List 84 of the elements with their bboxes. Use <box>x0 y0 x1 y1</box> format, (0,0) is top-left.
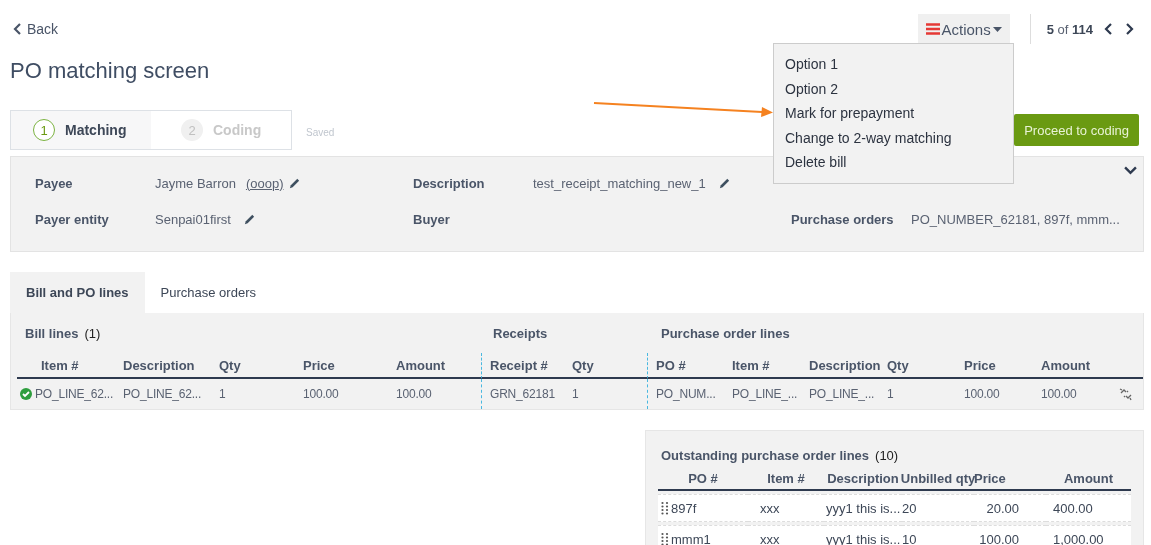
table-cell: 897f <box>658 494 748 522</box>
field-value: Senpai01first <box>155 211 231 227</box>
column-header: PO # <box>647 353 724 379</box>
field-label: Purchase orders <box>791 211 895 227</box>
column-header: Amount <box>1033 353 1105 379</box>
table-cell-text: 100.00 <box>395 386 433 403</box>
column-header: Receipt # <box>481 353 564 379</box>
section-title: Outstanding purchase order lines (10) <box>660 446 900 465</box>
drag-handle-icon <box>661 501 669 515</box>
table-cell: mmm1 <box>658 525 748 545</box>
table-cell-text: 100.00 <box>302 386 340 403</box>
table-cell: 100.00 <box>974 525 1046 545</box>
column-header: Description <box>119 353 211 379</box>
table-cell-text: PO_LINE_... <box>808 386 876 403</box>
field-value: Jayme Barron <box>155 175 236 191</box>
table-cell: 20 <box>902 494 974 522</box>
column-header: Price <box>974 467 1046 491</box>
table-cell: xxx <box>748 494 824 522</box>
table-cell: PO_NUM... <box>647 379 724 409</box>
field-value: test_receipt_matching_new_1 <box>533 175 706 191</box>
column-header: Qty <box>879 353 956 379</box>
table-cell: xxx <box>748 525 824 545</box>
pencil-icon <box>242 212 256 226</box>
column-header: Qty <box>564 353 647 379</box>
payee-link[interactable]: (ooop) <box>245 175 284 191</box>
menu-icon <box>925 23 940 35</box>
edit-button[interactable] <box>242 212 256 226</box>
menu-item[interactable]: Change to 2-way matching <box>774 125 1013 150</box>
menu-item[interactable]: Delete bill <box>774 150 1013 175</box>
table-cell: 400.00 <box>1046 494 1131 522</box>
step-tab[interactable]: 1 Matching <box>11 111 151 149</box>
chevron-left-icon <box>1103 23 1115 35</box>
column-header: Item # <box>748 467 824 491</box>
group-title: Bill lines (1) <box>24 325 102 341</box>
tab[interactable]: Bill and PO lines <box>10 272 145 313</box>
column-header: Amount <box>388 353 481 379</box>
page-title: PO matching screen <box>10 58 210 85</box>
field-value: PO_NUMBER_62181, 897f, mmm... <box>911 211 1120 227</box>
column-header: Unbilled qty <box>902 467 974 491</box>
table-cell-text: 1 <box>886 386 895 403</box>
column-header: Price <box>295 353 388 379</box>
table-cell: yyy1 this is... <box>824 494 902 522</box>
table-cell: PO_LINE_62... <box>17 379 119 409</box>
table-cell-text: 100.00 <box>963 386 1001 403</box>
drag-handle-icon <box>661 532 669 545</box>
table-cell-text: PO_LINE_62... <box>122 386 203 403</box>
column-header: Item # <box>724 353 801 379</box>
menu-item[interactable]: Option 1 <box>774 52 1013 77</box>
column-header: Amount <box>1046 467 1131 491</box>
column-header: Description <box>801 353 879 379</box>
field-label: Payee <box>35 175 74 191</box>
pencil-icon <box>717 176 731 190</box>
page-counter: 5 of 114 <box>1046 21 1093 37</box>
field-label: Description <box>413 175 486 191</box>
menu-item[interactable]: Option 2 <box>774 76 1013 101</box>
chevron-left-icon <box>12 23 24 35</box>
group-title: Receipts <box>492 325 549 341</box>
pencil-icon <box>287 176 301 190</box>
table-cell: 20.00 <box>974 494 1046 522</box>
caret-icon <box>992 26 1002 32</box>
unlink-button[interactable] <box>1119 387 1133 401</box>
edit-button[interactable] <box>717 176 731 190</box>
column-header: PO # <box>658 467 748 491</box>
table-cell-text: 1 <box>571 386 580 403</box>
actions-button[interactable]: Actions <box>917 14 1010 44</box>
column-header: Item # <box>17 353 119 379</box>
table-cell-text: 100.00 <box>1040 386 1078 403</box>
column-header: Description <box>824 467 902 491</box>
table-cell: 1,000.00 <box>1046 525 1131 545</box>
field-label: Payer entity <box>35 211 110 227</box>
unlink-icon <box>1119 387 1133 401</box>
edit-button[interactable] <box>287 176 301 190</box>
table-cell: 10 <box>902 525 974 545</box>
table-cell-text: 1 <box>218 386 227 403</box>
back-link[interactable]: Back <box>12 21 59 37</box>
menu-item[interactable]: Mark for prepayment <box>774 101 1013 126</box>
table-cell: GRN_62181 <box>481 379 564 409</box>
chevron-right-icon <box>1123 23 1135 35</box>
column-header: Qty <box>211 353 295 379</box>
save-status: Saved <box>306 126 335 138</box>
column-header: Price <box>956 353 1033 379</box>
table-cell-text: PO_LINE_... <box>731 386 799 403</box>
field-label: Buyer <box>413 211 451 227</box>
group-title: Purchase order lines <box>660 325 791 341</box>
